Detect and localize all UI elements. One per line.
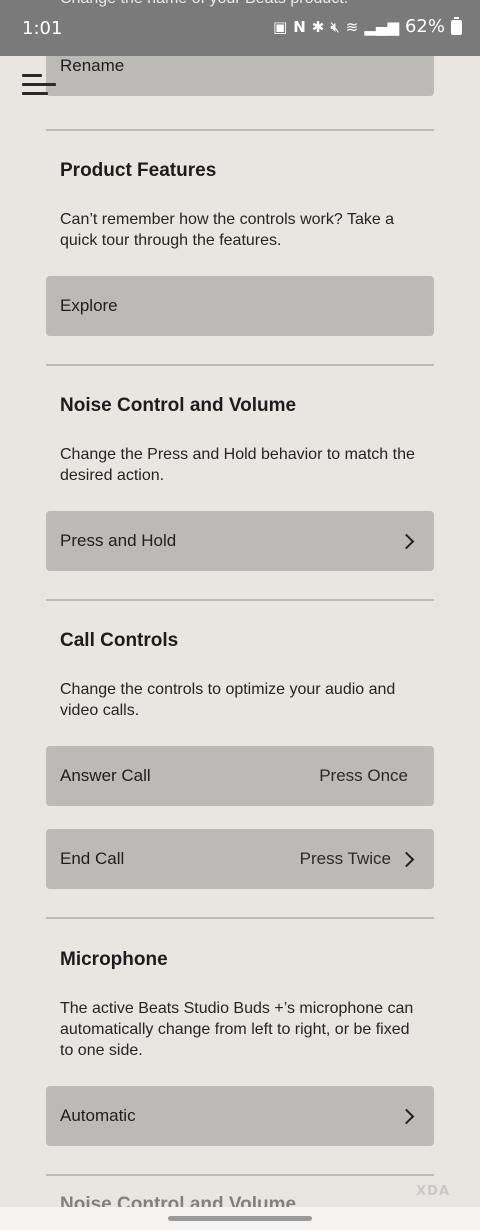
- press-and-hold-button[interactable]: Press and Hold: [46, 511, 434, 571]
- microphone-title: Microphone: [60, 949, 168, 970]
- end-call-label: End Call: [60, 849, 125, 868]
- answer-call-row[interactable]: Answer Call Press Once: [46, 746, 434, 806]
- divider: [46, 917, 434, 919]
- photo-icon: ▣: [273, 18, 288, 36]
- end-call-row[interactable]: End Call Press Twice: [46, 829, 434, 889]
- automatic-label: Automatic: [60, 1106, 136, 1125]
- status-bar: Change the name of your Beats product. 1…: [0, 0, 480, 56]
- nfc-icon: N: [293, 18, 306, 36]
- product-features-description: Can’t remember how the controls work? Ta…: [60, 211, 395, 249]
- explore-label: Explore: [60, 296, 118, 315]
- noise-control-description: Change the Press and Hold behavior to ma…: [60, 446, 415, 484]
- divider: [46, 364, 434, 366]
- end-call-value: Press Twice: [299, 849, 391, 868]
- chevron-right-icon: [398, 851, 415, 867]
- status-icons: ▣ N ✱ 🔇︎ ≋ ▂▄▆ 62%: [273, 16, 462, 37]
- status-time: 1:01: [22, 18, 63, 39]
- call-controls-description: Change the controls to optimize your aud…: [60, 681, 396, 719]
- home-indicator[interactable]: [168, 1216, 312, 1221]
- battery-percent: 62%: [404, 16, 445, 37]
- product-features-title: Product Features: [60, 160, 217, 181]
- press-and-hold-label: Press and Hold: [60, 531, 177, 550]
- clipped-description: Change the name of your Beats product.: [60, 0, 348, 8]
- divider: [46, 129, 434, 131]
- wifi-icon: ≋: [345, 18, 359, 36]
- microphone-automatic-button[interactable]: Automatic: [46, 1086, 434, 1146]
- chevron-right-icon: [398, 1108, 415, 1124]
- mute-icon: 🔇︎: [330, 18, 340, 36]
- answer-call-label: Answer Call: [60, 766, 151, 785]
- rename-label: Rename: [60, 56, 125, 75]
- call-controls-title: Call Controls: [60, 630, 179, 651]
- explore-button[interactable]: Explore: [46, 276, 434, 336]
- microphone-description: The active Beats Studio Buds +’s microph…: [60, 1000, 414, 1059]
- noise-control-title: Noise Control and Volume: [60, 395, 297, 416]
- chevron-right-icon: [398, 533, 415, 549]
- divider: [46, 599, 434, 601]
- watermark-logo: XDA: [416, 1184, 450, 1199]
- bluetooth-icon: ✱: [311, 18, 325, 36]
- divider: [46, 1174, 434, 1176]
- screen: Change the name of your Beats product. 1…: [0, 0, 480, 1230]
- answer-call-value: Press Once: [319, 766, 408, 785]
- hamburger-menu-icon[interactable]: [22, 74, 56, 98]
- battery-icon: [451, 16, 462, 35]
- signal-icon: ▂▄▆: [364, 18, 399, 36]
